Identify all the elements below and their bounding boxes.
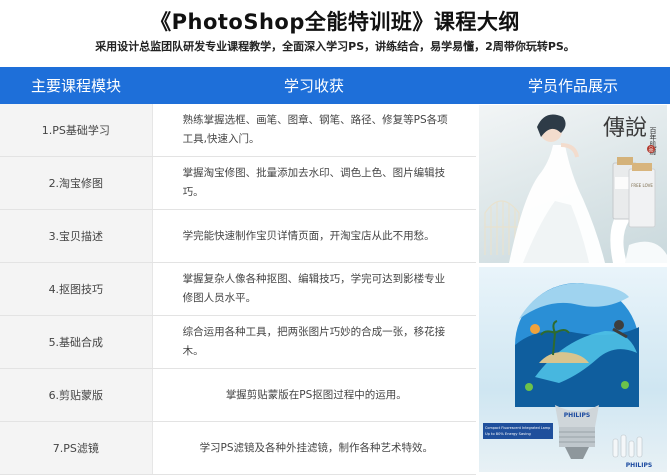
gain-cell: 熟练掌握选框、画笔、图章、钢笔、路径、修复等PS各项工具,快速入门。 xyxy=(182,114,448,145)
table-row: 6.剪贴蒙版 掌握剪贴蒙版在PS抠图过程中的运用。 xyxy=(0,369,476,422)
showcase-image-bulb: PHILIPS Compact Fluorescent Integrated L… xyxy=(479,267,667,472)
philips-logo-text: PHILIPS xyxy=(626,462,652,469)
module-cell: 2.淘宝修图 xyxy=(0,157,153,209)
table-body: 1.PS基础学习 熟练掌握选框、画笔、图章、钢笔、路径、修复等PS各项工具,快速… xyxy=(0,104,670,475)
column-header-showcase: 学员作品展示 xyxy=(527,77,618,95)
module-cell: 6.剪贴蒙版 xyxy=(0,369,153,421)
caption-line-1: Compact Fluorescent Integrated Lamp xyxy=(485,426,550,430)
table-row: 5.基础合成 综合运用各种工具，把两张图片巧妙的合成一张，移花接木。 xyxy=(0,316,476,369)
bride-artwork: FREE LOVE 傳說 百年肌膚 品 xyxy=(484,114,667,263)
gain-cell: 掌握淘宝修图、批量添加去水印、调色上色、图片编辑技巧。 xyxy=(182,167,446,198)
page-subtitle: 采用设计总监团队研发专业课程教学，全面深入学习PS，讲练结合，易学易懂，2周带你… xyxy=(95,40,575,53)
module-cell: 7.PS滤镜 xyxy=(0,422,153,474)
table-row: 2.淘宝修图 掌握淘宝修图、批量添加去水印、调色上色、图片编辑技巧。 xyxy=(0,157,476,210)
calligraphy-text: 傳說 xyxy=(603,116,647,141)
table-rows: 1.PS基础学习 熟练掌握选框、画笔、图章、钢笔、路径、修复等PS各项工具,快速… xyxy=(0,104,476,475)
course-table: 主要课程模块 学习收获 学员作品展示 1.PS基础学习 熟练掌握选框、画笔、图章… xyxy=(0,67,670,475)
module-cell: 5.基础合成 xyxy=(0,316,153,368)
gain-cell: 学习PS滤镜及各种外挂滤镜，制作各种艺术特效。 xyxy=(199,441,434,454)
table-row: 1.PS基础学习 熟练掌握选框、画笔、图章、钢笔、路径、修复等PS各项工具,快速… xyxy=(0,104,476,157)
column-header-module: 主要课程模块 xyxy=(30,77,121,95)
table-row: 7.PS滤镜 学习PS滤镜及各种外挂滤镜，制作各种艺术特效。 xyxy=(0,422,476,475)
bulb-brand-text: PHILIPS xyxy=(564,412,590,419)
showcase-image-bride: FREE LOVE 傳說 百年肌膚 品 xyxy=(479,105,667,263)
student-showcase: FREE LOVE 傳說 百年肌膚 品 PHILIPS Compact Fluo… xyxy=(476,104,670,475)
page-header: 《PhotoShop全能特训班》课程大纲 采用设计总监团队研发专业课程教学，全面… xyxy=(0,0,670,66)
module-cell: 4.抠图技巧 xyxy=(0,263,153,315)
bulb-artwork: PHILIPS Compact Fluorescent Integrated L… xyxy=(483,283,652,469)
gain-cell: 综合运用各种工具，把两张图片巧妙的合成一张，移花接木。 xyxy=(182,326,446,357)
gain-cell: 学完能快速制作宝贝详情页面，开淘宝店从此不用愁。 xyxy=(182,229,435,242)
table-row: 4.抠图技巧 掌握复杂人像各种抠图、编辑技巧，学完可达到影楼专业修图人员水平。 xyxy=(0,263,476,316)
caption-line-2: Up to 80% Energy Saving xyxy=(485,432,531,436)
gain-cell: 掌握剪贴蒙版在PS抠图过程中的运用。 xyxy=(225,388,407,401)
gain-cell: 掌握复杂人像各种抠图、编辑技巧，学完可达到影楼专业修图人员水平。 xyxy=(182,273,446,304)
module-cell: 1.PS基础学习 xyxy=(0,104,153,156)
column-header-gain: 学习收获 xyxy=(283,77,344,95)
module-cell: 3.宝贝描述 xyxy=(0,210,153,262)
bottle-label: FREE LOVE xyxy=(631,183,653,188)
table-row: 3.宝贝描述 学完能快速制作宝贝详情页面，开淘宝店从此不用愁。 xyxy=(0,210,476,263)
page-title: 《PhotoShop全能特训班》课程大纲 xyxy=(150,10,520,34)
table-header: 主要课程模块 学习收获 学员作品展示 xyxy=(0,67,670,104)
stamp-text: 品 xyxy=(648,147,653,153)
